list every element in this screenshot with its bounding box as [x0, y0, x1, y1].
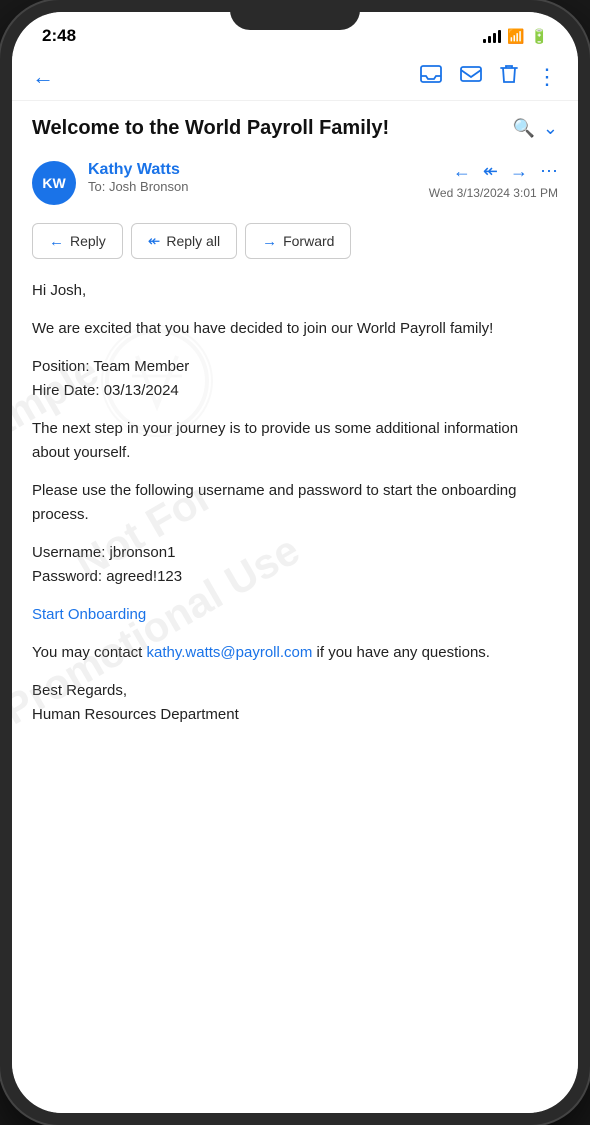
email-app: ←	[12, 54, 578, 1113]
sender-row: KW Kathy Watts To: Josh Bronson ← ↞ → ⋯ …	[12, 151, 578, 215]
onboarding-link[interactable]: Start Onboarding	[32, 606, 146, 623]
reply-all-button[interactable]: ↞ Reply all	[131, 223, 237, 259]
password-label: Password: agreed!123	[32, 568, 182, 585]
body-paragraph3: Please use the following username and pa…	[32, 479, 558, 527]
reply-button[interactable]: ← Reply	[32, 223, 123, 259]
avatar: KW	[32, 161, 76, 205]
mail-icon[interactable]	[460, 65, 482, 89]
status-icons: 📶 🔋	[483, 28, 548, 45]
email-subject: Welcome to the World Payroll Family!	[32, 115, 502, 141]
hire-date-label: Hire Date: 03/13/2024	[32, 382, 179, 399]
forward-arrow-icon[interactable]: →	[510, 161, 528, 182]
action-buttons: ← Reply ↞ Reply all → Forward	[12, 215, 578, 271]
reply-arrow-icon[interactable]: ←	[453, 161, 471, 182]
email-header: Welcome to the World Payroll Family! 🔍 ⌄	[12, 101, 578, 151]
email-body: Sample Not For Promotional Use Hi Josh, …	[12, 271, 578, 771]
wifi-icon: 📶	[507, 28, 524, 45]
greeting: Hi Josh,	[32, 279, 558, 303]
nav-right-icons: ⋮	[420, 64, 558, 90]
back-button[interactable]: ←	[32, 64, 54, 90]
reply-button-icon: ←	[49, 233, 64, 250]
sender-to: To: Josh Bronson	[88, 179, 417, 194]
contact-email[interactable]: kathy.watts@payroll.com	[147, 644, 313, 661]
sender-actions: ← ↞ → ⋯	[453, 161, 558, 182]
reply-all-arrow-icon[interactable]: ↞	[483, 161, 498, 182]
contact-post: if you have any questions.	[312, 644, 490, 661]
forward-button-label: Forward	[283, 233, 334, 249]
onboarding-link-para: Start Onboarding	[32, 603, 558, 627]
forward-button-icon: →	[262, 233, 277, 250]
contact-para: You may contact kathy.watts@payroll.com …	[32, 641, 558, 665]
inbox-icon[interactable]	[420, 65, 442, 89]
notch	[230, 0, 360, 30]
credentials: Username: jbronson1 Password: agreed!123	[32, 541, 558, 589]
contact-pre: You may contact	[32, 644, 147, 661]
signal-icon	[483, 29, 501, 43]
sender-info: Kathy Watts To: Josh Bronson	[88, 161, 417, 194]
sender-right: ← ↞ → ⋯ Wed 3/13/2024 3:01 PM	[429, 161, 558, 200]
reply-all-button-label: Reply all	[166, 233, 220, 249]
department-text: Human Resources Department	[32, 706, 239, 723]
body-position-hire: Position: Team Member Hire Date: 03/13/2…	[32, 355, 558, 403]
top-nav: ←	[12, 54, 578, 101]
search-zoom-icon[interactable]: 🔍	[512, 118, 534, 139]
phone-screen: 2:48 📶 🔋 ←	[12, 12, 578, 1113]
closing-text: Best Regards,	[32, 682, 127, 699]
body-paragraph1: We are excited that you have decided to …	[32, 317, 558, 341]
sender-date: Wed 3/13/2024 3:01 PM	[429, 186, 558, 200]
reply-button-label: Reply	[70, 233, 106, 249]
closing: Best Regards, Human Resources Department	[32, 679, 558, 727]
status-time: 2:48	[42, 26, 76, 46]
battery-icon: 🔋	[531, 28, 548, 45]
subject-icons: 🔍 ⌄	[512, 118, 558, 139]
position-label: Position: Team Member	[32, 358, 189, 375]
body-paragraph2: The next step in your journey is to prov…	[32, 417, 558, 465]
more-actions-icon[interactable]: ⋯	[540, 161, 558, 182]
sender-name[interactable]: Kathy Watts	[88, 161, 417, 179]
reply-all-button-icon: ↞	[148, 232, 161, 250]
phone-frame: 2:48 📶 🔋 ←	[0, 0, 590, 1125]
more-icon[interactable]: ⋮	[536, 64, 558, 90]
trash-icon[interactable]	[500, 64, 518, 90]
expand-icon[interactable]: ⌄	[543, 118, 558, 139]
username-label: Username: jbronson1	[32, 544, 175, 561]
forward-button[interactable]: → Forward	[245, 223, 351, 259]
